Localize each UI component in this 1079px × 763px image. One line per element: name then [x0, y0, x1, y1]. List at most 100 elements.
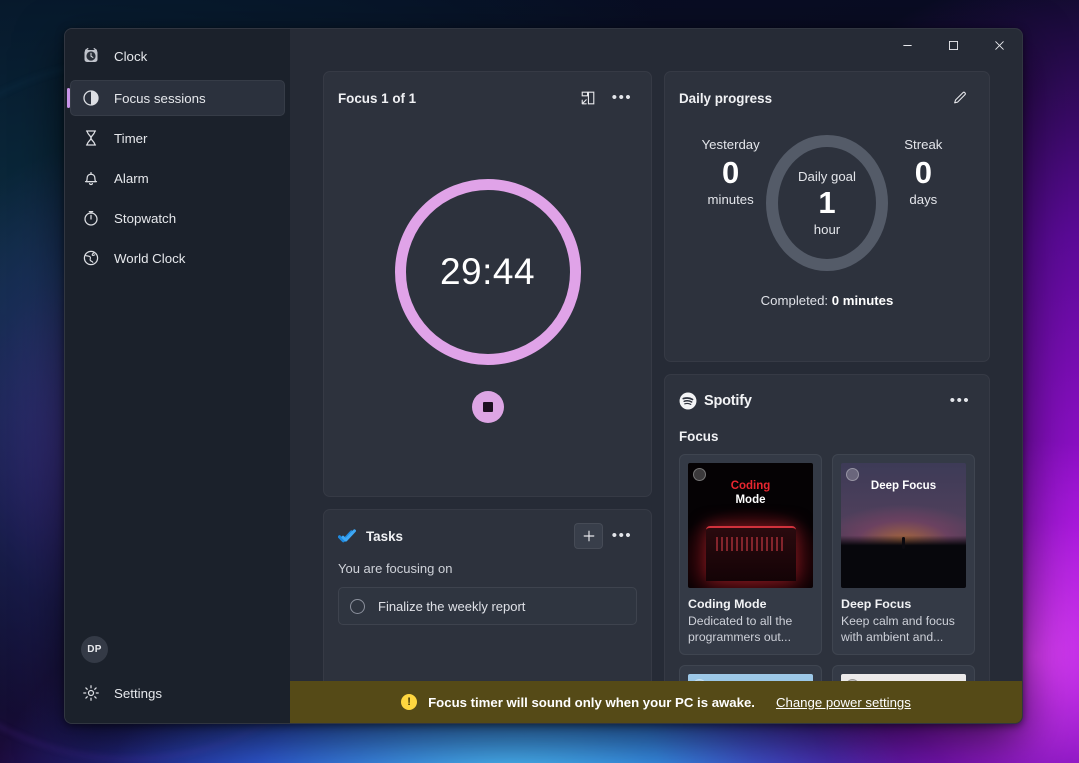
focus-timer-area: 29:44	[324, 111, 651, 496]
playlist-name: Deep Focus	[841, 597, 966, 611]
laptop-graphic	[706, 526, 796, 581]
daily-progress-card: Daily progress Yest	[664, 71, 990, 362]
sidebar-spacer	[65, 278, 290, 636]
tasks-card-more-button[interactable]: •••	[607, 523, 637, 549]
sidebar-item-label-world-clock: World Clock	[114, 251, 185, 266]
stop-session-button[interactable]	[472, 391, 504, 423]
sidebar-item-alarm[interactable]: Alarm	[70, 160, 285, 196]
daily-progress-actions	[945, 85, 975, 111]
spotify-badge-icon	[693, 468, 706, 481]
task-label: Finalize the weekly report	[378, 599, 525, 614]
daily-goal-value: 1	[818, 184, 835, 223]
sidebar-item-world-clock[interactable]: World Clock	[70, 240, 285, 276]
sidebar-item-label-stopwatch: Stopwatch	[114, 211, 176, 226]
stat-yesterday: Yesterday 0 minutes	[695, 137, 766, 207]
right-column: Daily progress Yest	[664, 71, 990, 723]
playlist-card-coding-mode[interactable]: Coding Mode Coding Mode Dedicated to all…	[679, 454, 822, 655]
maximize-button[interactable]	[930, 29, 976, 62]
tasks-card-actions: •••	[574, 523, 637, 549]
stop-square-icon	[483, 402, 493, 412]
tasks-card-header: Tasks •••	[324, 510, 651, 549]
sidebar-item-focus-sessions[interactable]: Focus sessions	[70, 80, 285, 116]
sidebar-item-label-alarm: Alarm	[114, 171, 149, 186]
sidebar-item-settings[interactable]: Settings	[70, 675, 285, 711]
person-silhouette-graphic	[902, 537, 905, 549]
artwork-title: Deep Focus	[865, 479, 942, 493]
stat-streak: Streak 0 days	[888, 137, 959, 207]
power-notification-bar: ! Focus timer will sound only when your …	[290, 681, 1022, 723]
stopwatch-icon	[82, 209, 100, 227]
daily-progress-stats: Yesterday 0 minutes Daily goal 1 hour St…	[665, 111, 989, 271]
artwork-title-line2: Mode	[735, 494, 765, 506]
playlist-description: Keep calm and focus with ambient and...	[841, 614, 966, 646]
notification-message: Focus timer will sound only when your PC…	[428, 695, 755, 710]
daily-progress-header: Daily progress	[665, 72, 989, 111]
sidebar-item-label-settings: Settings	[114, 686, 162, 701]
microsoft-todo-icon	[338, 529, 357, 544]
daily-progress-title: Daily progress	[679, 91, 772, 106]
playlist-artwork: Deep Focus	[841, 463, 966, 588]
playlist-card-deep-focus[interactable]: Deep Focus Deep Focus Keep calm and focu…	[832, 454, 975, 655]
focus-sessions-icon	[82, 89, 100, 107]
focus-card-title: Focus 1 of 1	[338, 91, 416, 106]
sidebar-item-label-focus-sessions: Focus sessions	[114, 91, 206, 106]
timer-icon	[82, 129, 100, 147]
tasks-card-title: Tasks	[366, 529, 403, 544]
tasks-subtitle: You are focusing on	[324, 549, 651, 576]
left-column: Focus 1 of 1 ••	[323, 71, 652, 723]
sidebar-item-timer[interactable]: Timer	[70, 120, 285, 156]
ellipsis-icon: •••	[950, 396, 971, 406]
focus-card-header: Focus 1 of 1 ••	[324, 72, 651, 111]
clock-app-icon	[82, 47, 100, 65]
spotify-logo: Spotify	[679, 392, 752, 410]
gear-icon	[82, 684, 100, 702]
app-main-area: Focus 1 of 1 ••	[290, 29, 1022, 723]
spotify-card-actions: •••	[945, 388, 975, 414]
daily-goal-label: Daily goal	[798, 169, 856, 184]
stat-streak-value: 0	[888, 154, 959, 192]
playlist-artwork: Coding Mode	[688, 463, 813, 588]
world-clock-icon	[82, 249, 100, 267]
daily-goal-unit: hour	[814, 222, 840, 237]
stat-streak-unit: days	[888, 192, 959, 207]
mini-view-button[interactable]	[573, 85, 603, 111]
stat-yesterday-value: 0	[695, 154, 766, 192]
playlist-name: Coding Mode	[688, 597, 813, 611]
ellipsis-icon: •••	[612, 531, 633, 541]
add-task-button[interactable]	[574, 523, 603, 549]
content-area: Focus 1 of 1 ••	[290, 71, 1022, 723]
stat-yesterday-label: Yesterday	[695, 137, 766, 152]
spotify-section-title: Focus	[665, 414, 989, 444]
focus-card-more-button[interactable]: •••	[607, 85, 637, 111]
ellipsis-icon: •••	[612, 93, 633, 103]
artwork-title-line1: Coding	[731, 479, 771, 493]
change-power-settings-link[interactable]: Change power settings	[776, 695, 911, 710]
task-checkbox-icon[interactable]	[350, 599, 365, 614]
artwork-title: Coding Mode	[725, 479, 777, 507]
stat-streak-label: Streak	[888, 137, 959, 152]
completed-prefix: Completed:	[761, 293, 832, 308]
spotify-card: Spotify ••• Focus	[664, 374, 990, 723]
app-title-row: Clock	[70, 38, 285, 74]
sidebar-item-stopwatch[interactable]: Stopwatch	[70, 200, 285, 236]
avatar[interactable]: DP	[81, 636, 108, 663]
sidebar-item-label-timer: Timer	[114, 131, 147, 146]
spotify-badge-icon	[846, 468, 859, 481]
focus-progress-ring: 29:44	[395, 179, 581, 365]
completed-summary: Completed: 0 minutes	[665, 293, 989, 308]
daily-goal-ring: Daily goal 1 hour	[766, 135, 887, 271]
close-button[interactable]	[976, 29, 1022, 62]
alarm-icon	[82, 169, 100, 187]
minimize-button[interactable]	[884, 29, 930, 62]
spotify-card-header: Spotify •••	[665, 375, 989, 414]
completed-value: 0 minutes	[832, 293, 894, 308]
focus-card-actions: •••	[573, 85, 637, 111]
focus-session-card: Focus 1 of 1 ••	[323, 71, 652, 497]
edit-goal-button[interactable]	[945, 85, 975, 111]
app-title-label: Clock	[114, 49, 147, 64]
window-titlebar	[290, 29, 1022, 71]
task-list-item[interactable]: Finalize the weekly report	[338, 587, 637, 625]
clock-app-window: Clock Focus sessions Timer	[64, 28, 1023, 724]
playlist-description: Dedicated to all the programmers out...	[688, 614, 813, 646]
spotify-more-button[interactable]: •••	[945, 388, 975, 414]
